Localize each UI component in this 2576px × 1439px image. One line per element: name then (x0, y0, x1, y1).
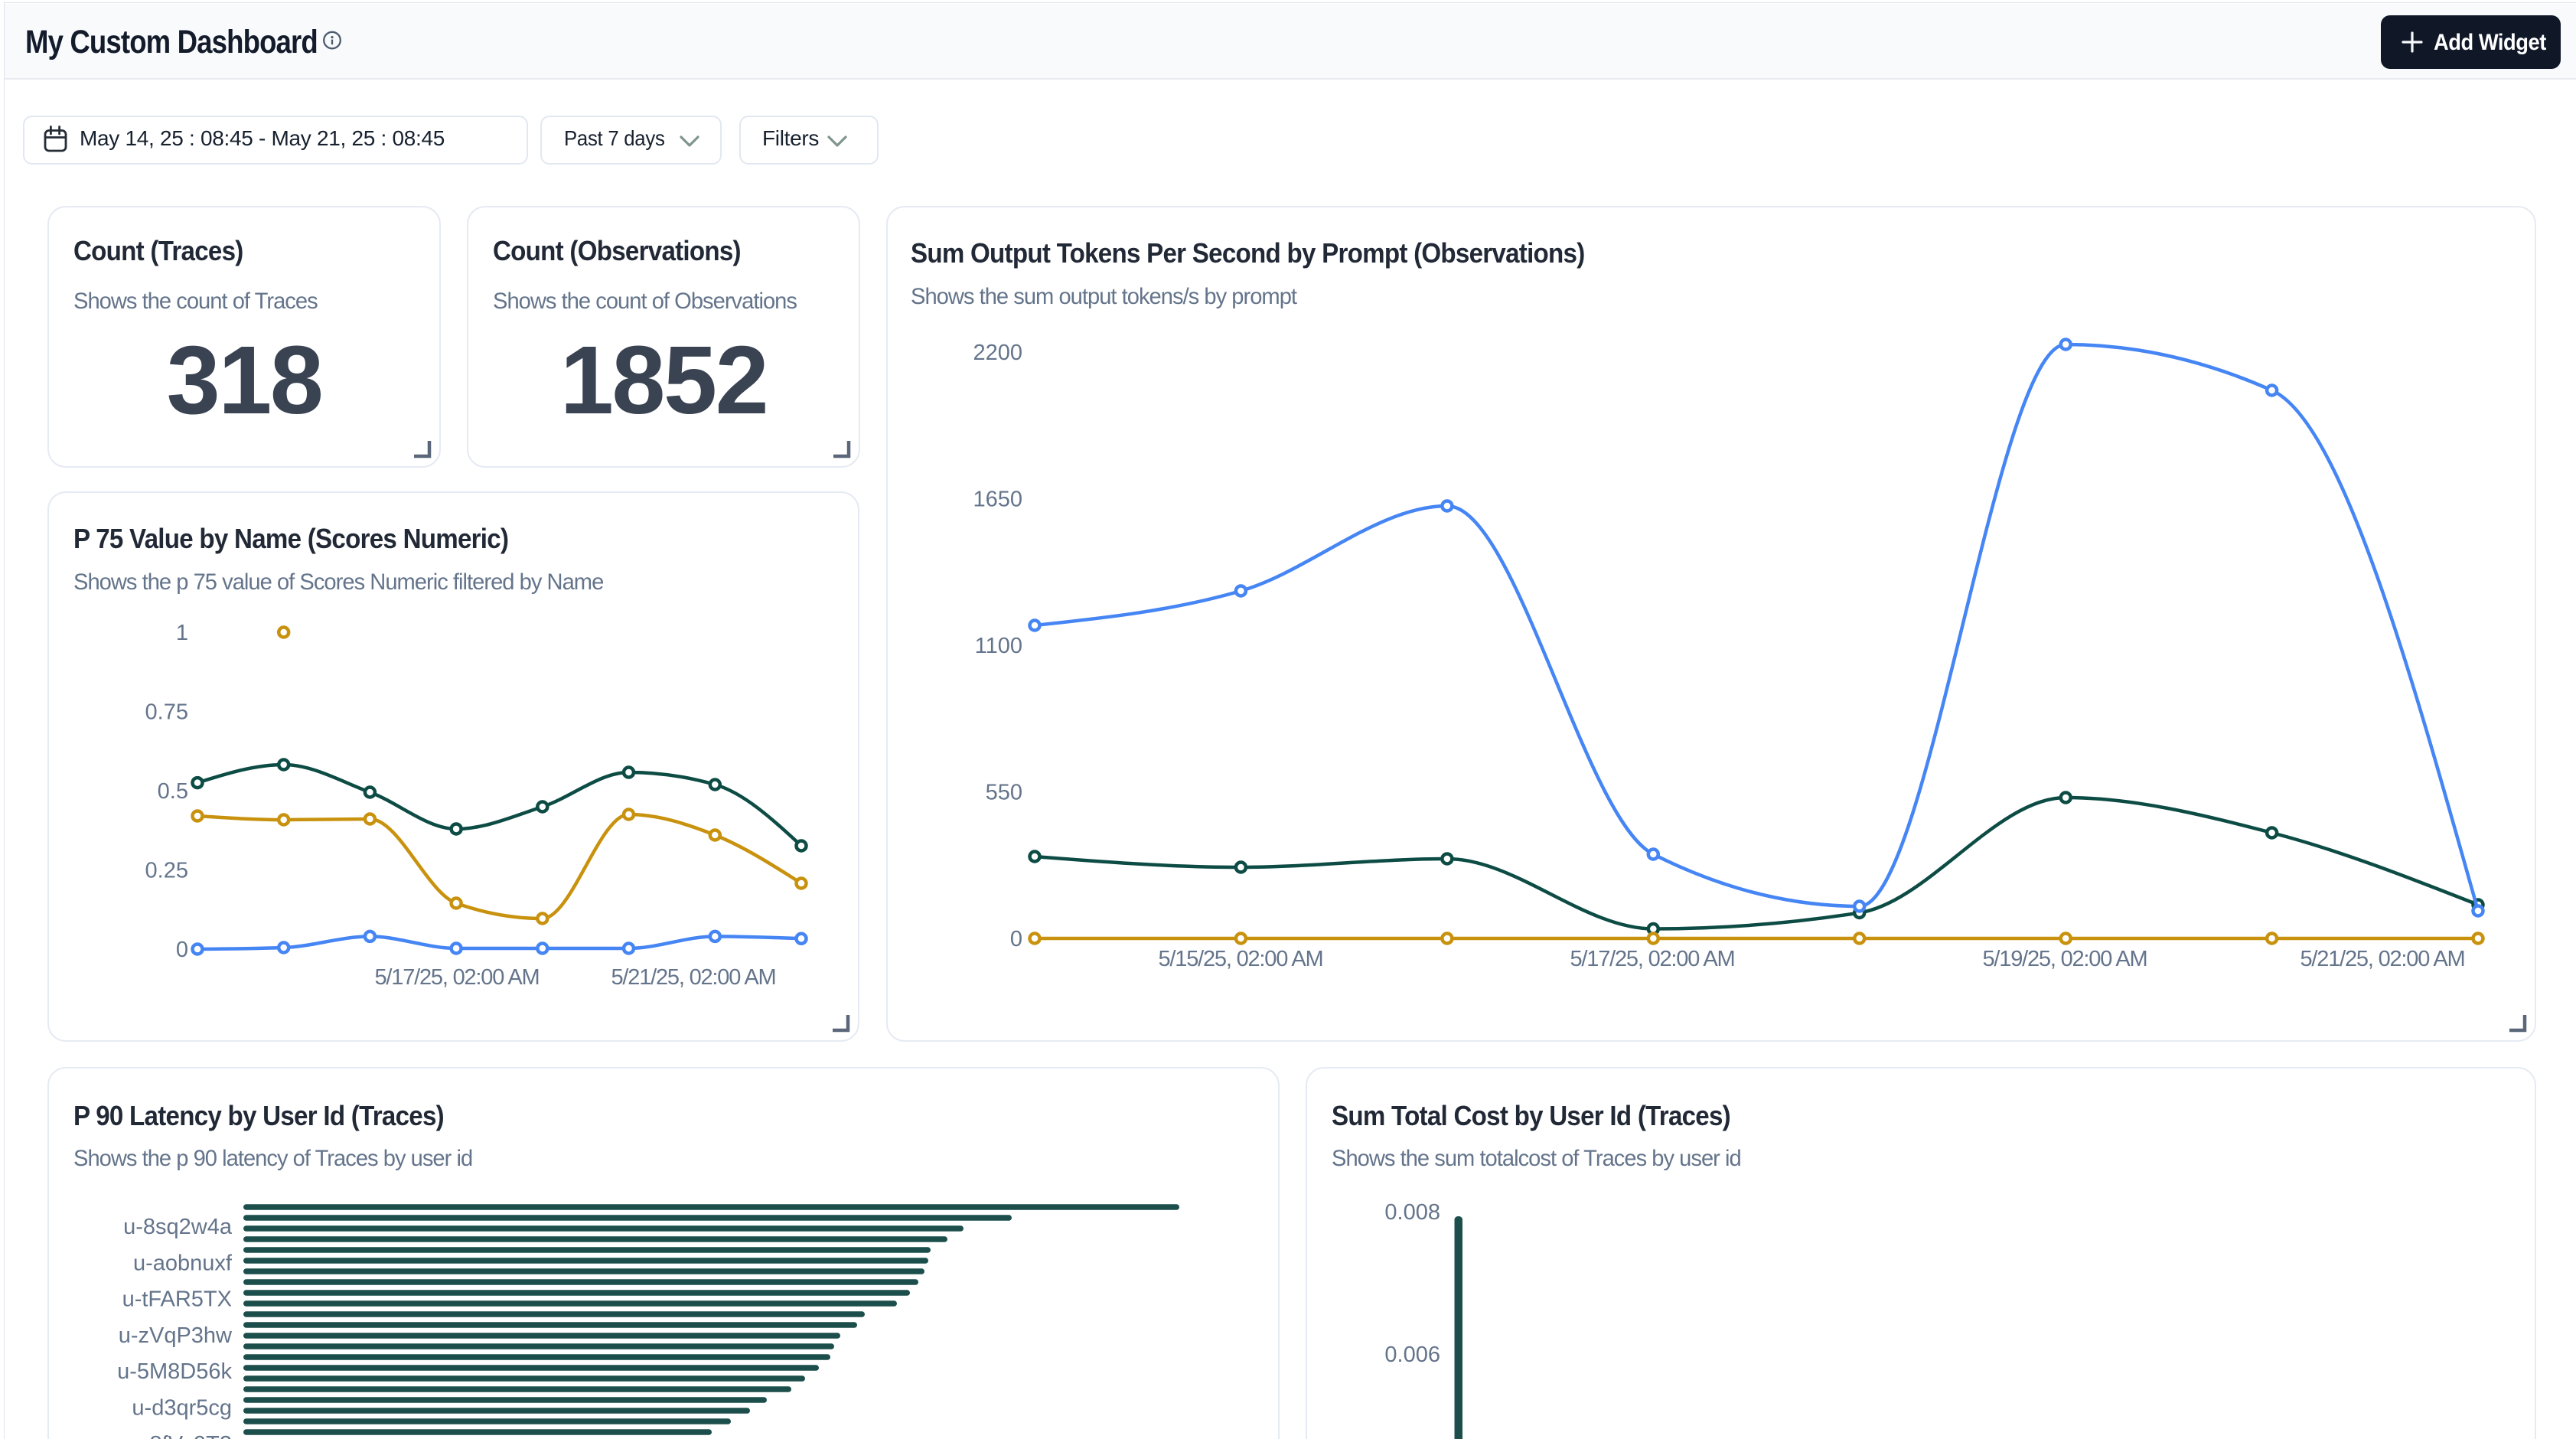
svg-text:5/15/25, 02:00 AM: 5/15/25, 02:00 AM (1159, 947, 1323, 971)
svg-text:0: 0 (176, 938, 188, 962)
svg-text:550: 550 (986, 781, 1022, 805)
svg-text:u-8fVa9T3: u-8fVa9T3 (130, 1432, 232, 1439)
svg-text:u-8sq2w4a: u-8sq2w4a (123, 1215, 233, 1239)
svg-text:5/21/25, 02:00 AM: 5/21/25, 02:00 AM (611, 965, 776, 990)
svg-text:2200: 2200 (973, 341, 1022, 365)
svg-text:5/21/25, 02:00 AM: 5/21/25, 02:00 AM (2300, 947, 2465, 971)
svg-text:5/17/25, 02:00 AM: 5/17/25, 02:00 AM (1570, 947, 1735, 971)
svg-text:0.75: 0.75 (145, 700, 188, 725)
svg-text:0.5: 0.5 (158, 779, 188, 804)
svg-text:0.006: 0.006 (1384, 1343, 1440, 1367)
svg-text:0: 0 (1010, 927, 1022, 951)
svg-text:0.008: 0.008 (1384, 1200, 1440, 1225)
svg-text:5/17/25, 02:00 AM: 5/17/25, 02:00 AM (375, 965, 540, 990)
svg-text:1100: 1100 (975, 634, 1022, 658)
svg-text:1650: 1650 (973, 488, 1022, 512)
svg-text:1: 1 (176, 621, 188, 645)
svg-text:u-zVqP3hw: u-zVqP3hw (119, 1323, 233, 1348)
svg-text:u-d3qr5cg: u-d3qr5cg (132, 1396, 232, 1421)
svg-text:0.25: 0.25 (145, 859, 188, 883)
svg-text:u-tFAR5TX: u-tFAR5TX (122, 1287, 232, 1312)
svg-text:5/19/25, 02:00 AM: 5/19/25, 02:00 AM (1983, 947, 2147, 971)
svg-text:u-aobnuxf: u-aobnuxf (133, 1251, 233, 1275)
svg-text:u-5M8D56k: u-5M8D56k (117, 1359, 232, 1384)
